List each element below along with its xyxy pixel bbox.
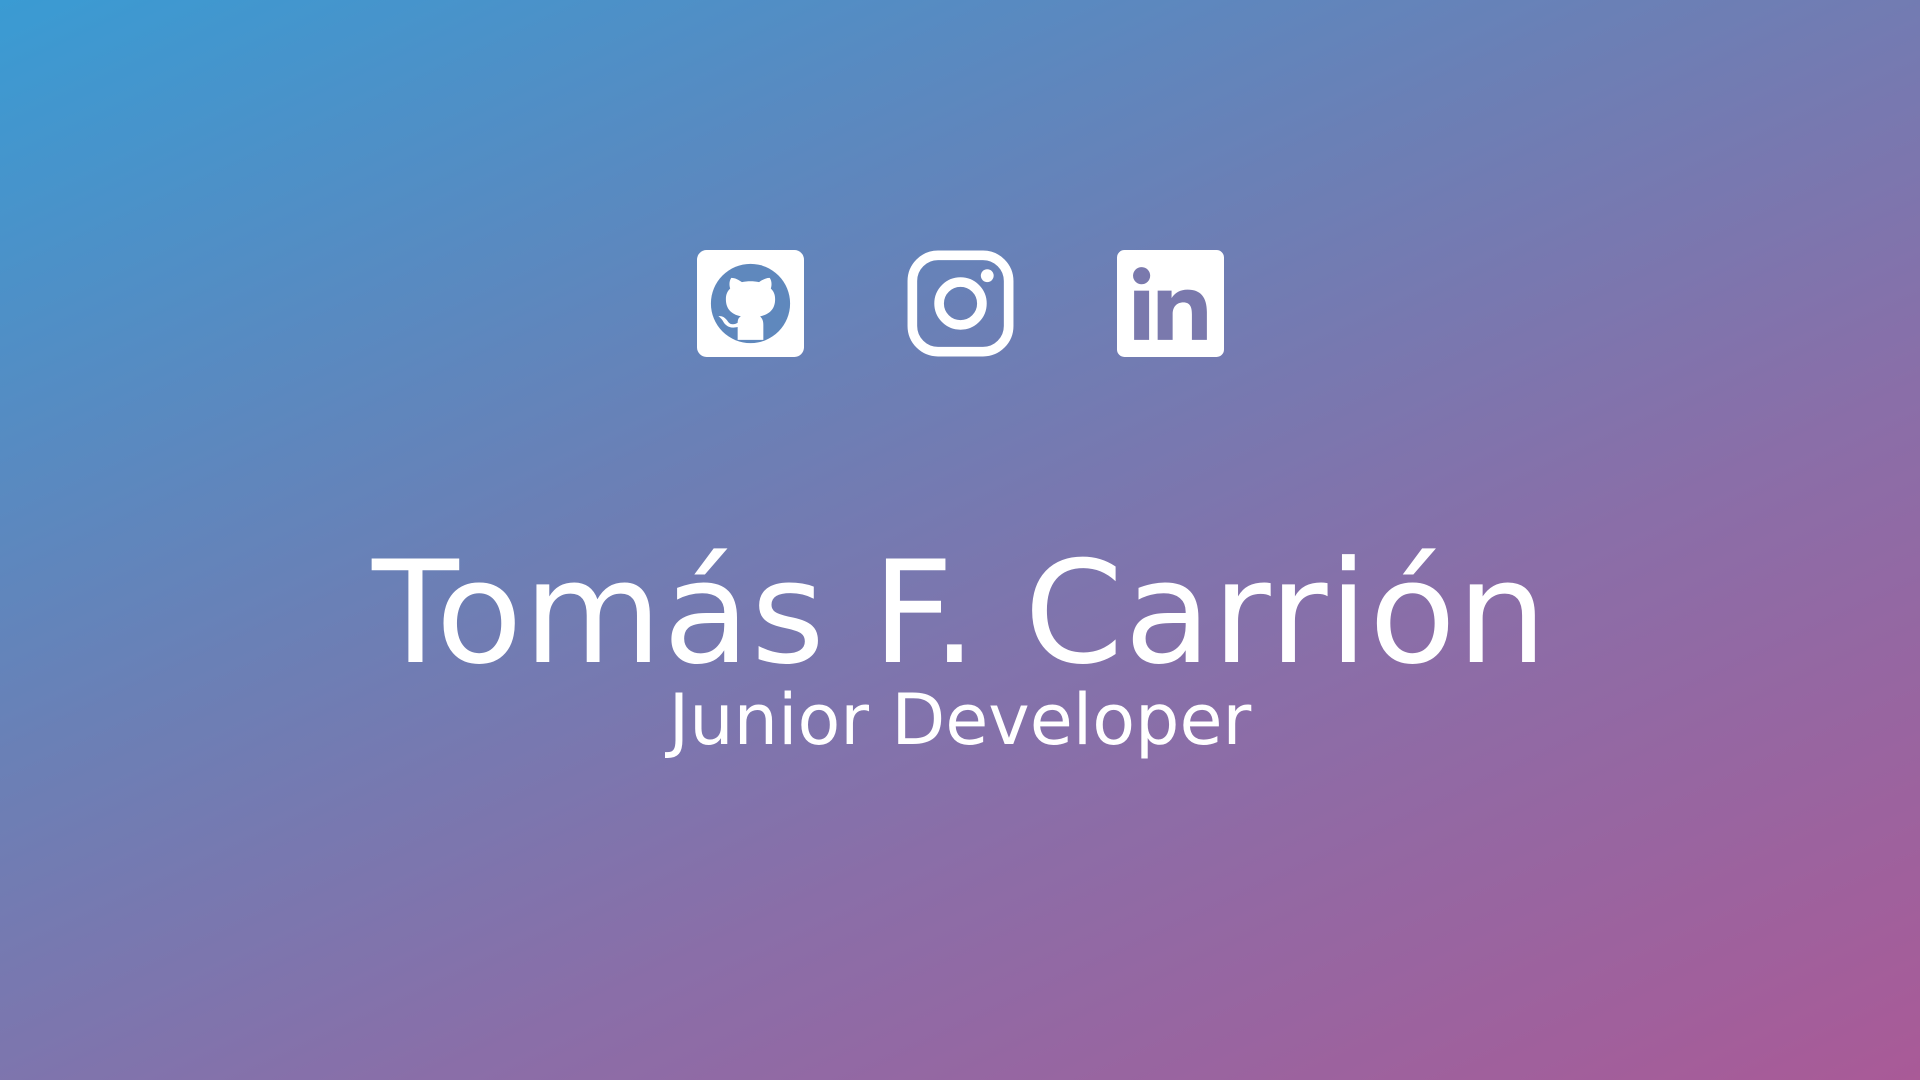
github-link[interactable] xyxy=(696,250,804,357)
social-links xyxy=(0,250,1920,357)
linkedin-link[interactable] xyxy=(1116,250,1224,357)
linkedin-icon xyxy=(1116,250,1224,357)
profile-name: Tomás F. Carrión xyxy=(372,531,1548,697)
github-icon xyxy=(696,250,804,357)
profile-role: Junior Developer xyxy=(668,679,1252,761)
instagram-link[interactable] xyxy=(907,250,1014,357)
instagram-icon xyxy=(907,250,1013,357)
